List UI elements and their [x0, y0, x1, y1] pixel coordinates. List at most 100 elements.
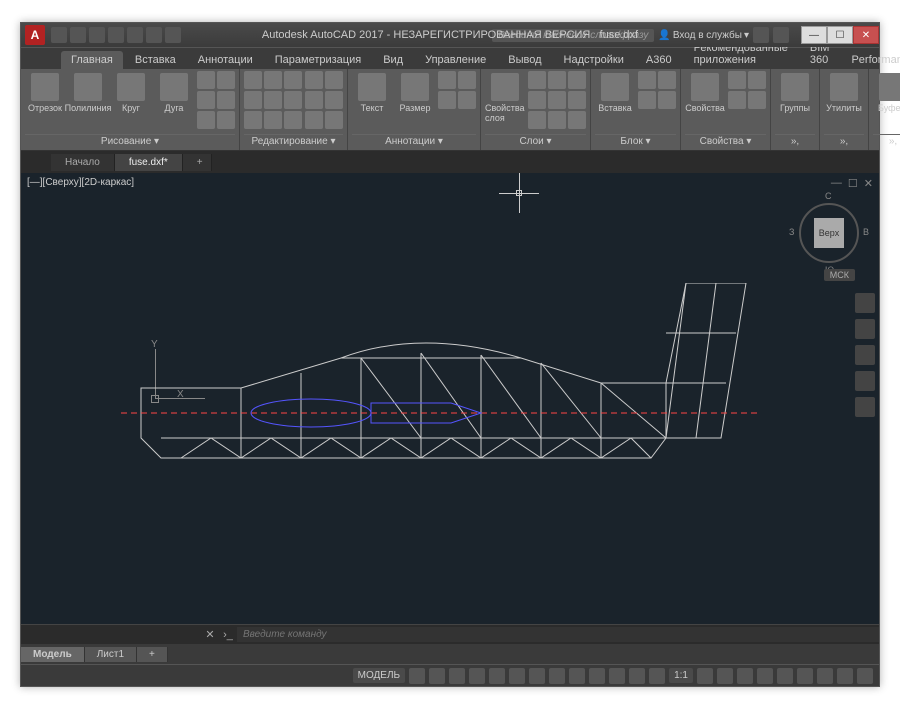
vp-maximize-button[interactable]: ☐: [848, 177, 858, 190]
layer-color-icon[interactable]: [548, 111, 566, 129]
selection-cycling-icon[interactable]: [569, 668, 585, 684]
layer-match-icon[interactable]: [528, 91, 546, 109]
annotation-visibility-icon[interactable]: [697, 668, 713, 684]
signin-button[interactable]: 👤 Вход в службы ▾: [658, 30, 749, 41]
stretch-icon[interactable]: [244, 111, 262, 129]
customization-icon[interactable]: [857, 668, 873, 684]
spline-icon[interactable]: [217, 91, 235, 109]
orbit-icon[interactable]: [855, 371, 875, 391]
ellipse-icon[interactable]: [217, 71, 235, 89]
layer-more-icon[interactable]: [568, 111, 586, 129]
isolate-objects-icon[interactable]: [817, 668, 833, 684]
viewcube-east[interactable]: В: [863, 227, 869, 237]
tab-home[interactable]: Главная: [61, 51, 123, 69]
copy-icon[interactable]: [244, 91, 262, 109]
tab-view[interactable]: Вид: [373, 51, 413, 69]
clipboard-button[interactable]: Буфе...: [873, 71, 900, 113]
layout1-tab[interactable]: Лист1: [85, 647, 137, 662]
layer-off-icon[interactable]: [528, 71, 546, 89]
block-edit-icon[interactable]: [658, 71, 676, 89]
qat-open-icon[interactable]: [70, 27, 86, 43]
workspace-switch-icon[interactable]: [717, 668, 733, 684]
block-create-icon[interactable]: [638, 71, 656, 89]
join-icon[interactable]: [325, 91, 343, 109]
gizmo-icon[interactable]: [649, 668, 665, 684]
viewcube-west[interactable]: З: [789, 227, 794, 237]
cmdline-close-icon[interactable]: ✕: [201, 628, 219, 641]
app-menu-icon[interactable]: A: [25, 25, 45, 45]
selection-filter-icon[interactable]: [629, 668, 645, 684]
offset-icon[interactable]: [305, 91, 323, 109]
block-define-icon[interactable]: [658, 91, 676, 109]
help-icon[interactable]: [773, 27, 789, 43]
panel-utilities-title[interactable]: »,: [824, 134, 864, 148]
steering-wheel-icon[interactable]: [855, 293, 875, 313]
panel-properties-title[interactable]: Свойства ▾: [685, 134, 766, 148]
panel-layers-title[interactable]: Слои ▾: [485, 134, 586, 148]
table-icon[interactable]: [458, 71, 476, 89]
properties-button[interactable]: Свойства: [685, 71, 725, 113]
viewport-label[interactable]: [—][Сверху][2D-каркас]: [27, 177, 134, 188]
layer-lock-icon[interactable]: [568, 71, 586, 89]
command-input[interactable]: [237, 627, 879, 642]
array-icon[interactable]: [284, 111, 302, 129]
panel-groups-title[interactable]: »,: [775, 134, 815, 148]
grid-toggle-icon[interactable]: [409, 668, 425, 684]
erase-icon[interactable]: [305, 71, 323, 89]
tab-addins[interactable]: Надстройки: [554, 51, 634, 69]
trim-icon[interactable]: [284, 71, 302, 89]
lineweight-icon[interactable]: [748, 91, 766, 109]
arc-button[interactable]: Дуга: [154, 71, 194, 113]
panel-draw-title[interactable]: Рисование ▾: [25, 134, 235, 148]
region-icon[interactable]: [217, 111, 235, 129]
panel-modify-title[interactable]: Редактирование ▾: [244, 134, 343, 148]
panel-annotate-title[interactable]: Аннотации ▾: [352, 134, 476, 148]
model-tab[interactable]: Модель: [21, 647, 85, 662]
ortho-toggle-icon[interactable]: [449, 668, 465, 684]
pan-icon[interactable]: [855, 319, 875, 339]
vp-minimize-button[interactable]: —: [831, 177, 842, 190]
3dosnap-icon[interactable]: [589, 668, 605, 684]
exchange-icon[interactable]: [753, 27, 769, 43]
snap-toggle-icon[interactable]: [429, 668, 445, 684]
qat-new-icon[interactable]: [51, 27, 67, 43]
explode-icon[interactable]: [325, 71, 343, 89]
annotation-scale[interactable]: 1:1: [669, 668, 693, 683]
hardware-accel-icon[interactable]: [797, 668, 813, 684]
polyline-button[interactable]: Полилиния: [68, 71, 108, 113]
panel-block-title[interactable]: Блок ▾: [595, 134, 676, 148]
dynamic-ucs-icon[interactable]: [609, 668, 625, 684]
hatch-icon[interactable]: [197, 91, 215, 109]
annotation-monitor-icon[interactable]: [737, 668, 753, 684]
tab-insert[interactable]: Вставка: [125, 51, 186, 69]
qat-saveas-icon[interactable]: [108, 27, 124, 43]
tab-parametric[interactable]: Параметризация: [265, 51, 371, 69]
groups-button[interactable]: Группы: [775, 71, 815, 113]
maximize-button[interactable]: ☐: [827, 26, 853, 44]
viewcube[interactable]: Верх С Ю В З: [799, 203, 859, 263]
new-layout-tab[interactable]: +: [137, 647, 168, 662]
layer-freeze-icon[interactable]: [548, 71, 566, 89]
drawing-viewport[interactable]: [—][Сверху][2D-каркас] — ☐ ✕ Верх С Ю В …: [21, 173, 879, 624]
quick-properties-icon[interactable]: [777, 668, 793, 684]
layer-state-icon[interactable]: [528, 111, 546, 129]
linetype-icon[interactable]: [728, 91, 746, 109]
vp-close-button[interactable]: ✕: [864, 177, 873, 190]
close-button[interactable]: ✕: [853, 26, 879, 44]
osnap-toggle-icon[interactable]: [489, 668, 505, 684]
tab-manage[interactable]: Управление: [415, 51, 496, 69]
showmotion-icon[interactable]: [855, 397, 875, 417]
dimension-button[interactable]: Размер: [395, 71, 435, 113]
filetab-start[interactable]: Начало: [51, 154, 115, 171]
tab-a360[interactable]: A360: [636, 51, 682, 69]
insert-block-button[interactable]: Вставка: [595, 71, 635, 113]
polar-toggle-icon[interactable]: [469, 668, 485, 684]
qat-plot-icon[interactable]: [127, 27, 143, 43]
qat-save-icon[interactable]: [89, 27, 105, 43]
wcs-badge[interactable]: МСК: [824, 269, 855, 281]
status-model[interactable]: МОДЕЛЬ: [353, 668, 405, 683]
qat-redo-icon[interactable]: [165, 27, 181, 43]
utilities-button[interactable]: Утилиты: [824, 71, 864, 113]
break-icon[interactable]: [305, 111, 323, 129]
color-icon[interactable]: [748, 71, 766, 89]
